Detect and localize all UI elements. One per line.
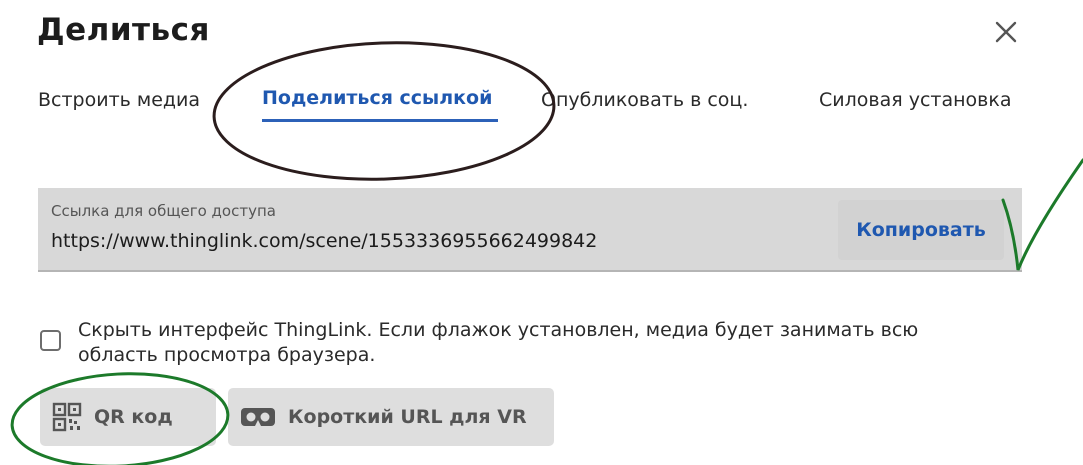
share-link-label: Ссылка для общего доступа <box>51 202 276 220</box>
share-link-url-input[interactable] <box>51 230 811 252</box>
share-link-field: Ссылка для общего доступа Копировать <box>38 188 1022 272</box>
qr-code-label: QR код <box>94 406 173 428</box>
tab-embed-media[interactable]: Встроить медиа <box>38 85 200 115</box>
dialog-title: Делиться <box>37 12 210 48</box>
copy-button[interactable]: Копировать <box>838 200 1004 260</box>
qr-code-icon <box>52 402 82 432</box>
vr-headset-icon <box>241 408 275 426</box>
tab-share-link[interactable]: Поделиться ссылкой <box>262 84 498 122</box>
share-dialog: Делиться Встроить медиа Поделиться ссылк… <box>0 0 1083 465</box>
hide-interface-checkbox[interactable] <box>40 330 61 351</box>
close-button[interactable] <box>988 14 1024 50</box>
short-vr-url-label: Короткий URL для VR <box>288 406 527 428</box>
tab-publish-social[interactable]: Опубликовать в соц. <box>541 85 748 115</box>
close-icon <box>995 21 1017 43</box>
qr-code-button[interactable]: QR код <box>40 388 216 446</box>
hide-interface-label: Скрыть интерфейс ThingLink. Если флажок … <box>78 319 919 366</box>
tab-power-setup[interactable]: Силовая установка <box>819 85 1011 115</box>
short-vr-url-button[interactable]: Короткий URL для VR <box>228 388 554 446</box>
